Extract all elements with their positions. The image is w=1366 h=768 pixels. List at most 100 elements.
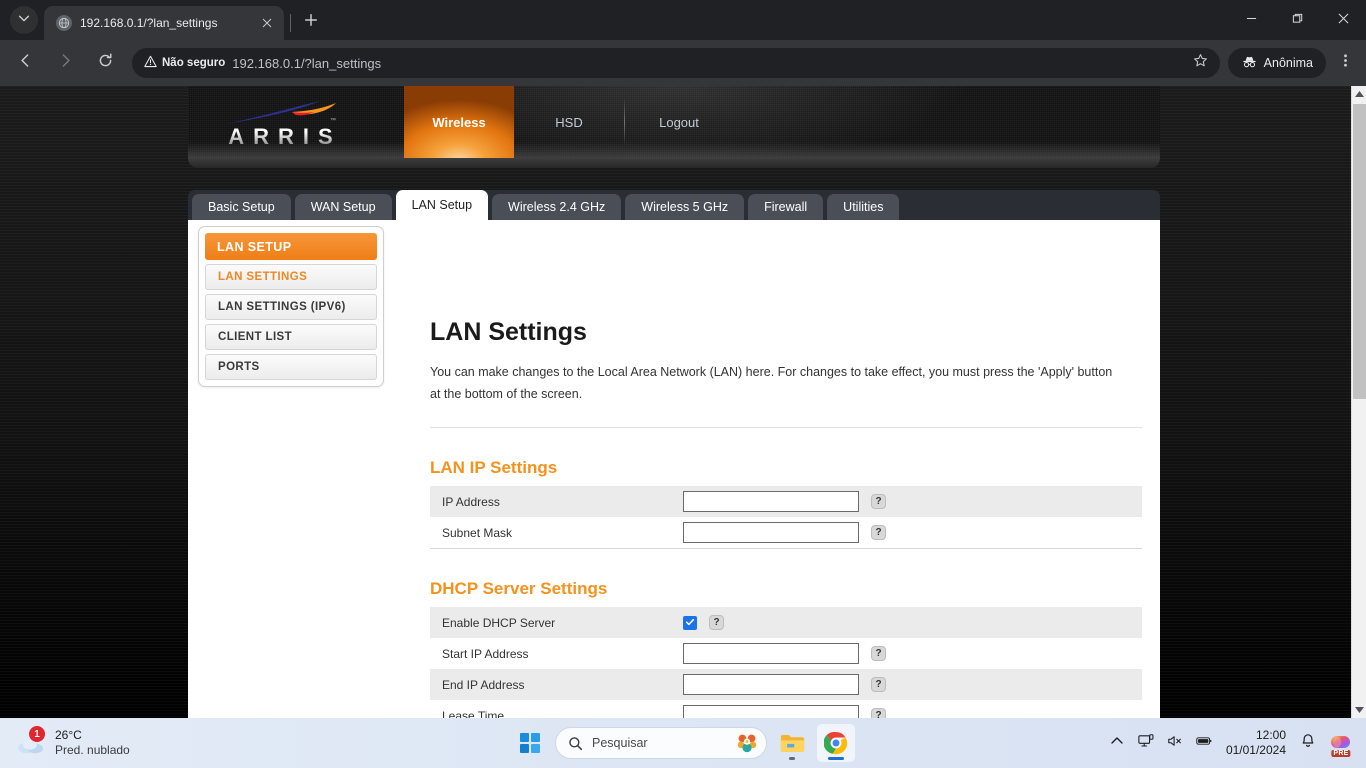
minimize-button[interactable] (1228, 0, 1274, 40)
tab-wireless-24ghz[interactable]: Wireless 2.4 GHz (492, 194, 622, 220)
cloud-icon: 1 (16, 726, 46, 756)
close-icon[interactable] (258, 14, 276, 32)
page-description: You can make changes to the Local Area N… (430, 365, 1113, 401)
chrome-icon (824, 731, 848, 755)
arris-top-nav: Wireless HSD Logout (404, 86, 734, 168)
forward-button[interactable] (49, 47, 81, 79)
lease-time-input[interactable] (683, 705, 859, 718)
tab-utilities[interactable]: Utilities (827, 194, 900, 220)
field-label: End IP Address (442, 677, 525, 692)
reload-icon (97, 52, 114, 74)
browser-tab-title: 192.168.0.1/?lan_settings (80, 16, 218, 30)
start-button[interactable] (511, 724, 549, 762)
reload-button[interactable] (89, 47, 121, 79)
tab-basic-setup[interactable]: Basic Setup (192, 194, 291, 220)
browser-tab[interactable]: 192.168.0.1/?lan_settings (44, 6, 284, 40)
sidebar-item-label: LAN SETTINGS (IPV6) (218, 301, 346, 313)
browser-menu-button[interactable] (1330, 48, 1360, 78)
security-status-label: Não seguro (162, 57, 226, 69)
question-mark-icon[interactable]: ? (871, 677, 886, 692)
tray-network-button[interactable] (1133, 726, 1159, 760)
sidebar-item-label: PORTS (218, 361, 260, 373)
taskbar-app-google-chrome[interactable] (817, 724, 855, 762)
field-label: Subnet Mask (442, 525, 513, 540)
tray-volume-button[interactable] (1162, 726, 1188, 760)
globe-icon (56, 15, 72, 31)
question-mark-icon[interactable]: ? (709, 615, 724, 630)
top-nav-label: Wireless (432, 114, 486, 130)
sidebar-item-lan-settings-ipv6[interactable]: LAN SETTINGS (IPV6) (205, 294, 377, 320)
arrow-left-icon (17, 52, 34, 74)
question-mark-icon[interactable]: ? (871, 708, 886, 718)
chevron-up-icon (1109, 733, 1125, 754)
bookmark-button[interactable] (1188, 50, 1214, 76)
taskbar-search[interactable]: Pesquisar (555, 727, 767, 759)
arris-content-panel: LAN SETUP LAN SETTINGS LAN SETTINGS (IPV… (188, 220, 1160, 718)
tab-lan-setup[interactable]: LAN Setup (395, 190, 489, 220)
content-divider (430, 427, 1142, 428)
question-mark-icon[interactable]: ? (871, 525, 886, 540)
ip-address-input[interactable] (683, 491, 859, 512)
taskbar-center-group: Pesquisar (511, 724, 855, 762)
caret-up-icon (1355, 91, 1364, 97)
tray-overflow-button[interactable] (1104, 726, 1130, 760)
top-nav-item-hsd[interactable]: HSD (514, 86, 624, 158)
plus-icon (304, 13, 318, 32)
arrow-right-icon (57, 52, 74, 74)
page-scrollbar[interactable] (1351, 86, 1366, 718)
maximize-button[interactable] (1274, 0, 1320, 40)
search-icon (569, 736, 583, 750)
tab-firewall[interactable]: Firewall (748, 194, 824, 220)
top-nav-item-wireless[interactable]: Wireless (404, 86, 514, 158)
taskbar-weather-widget[interactable]: 1 26°C Pred. nublado (16, 726, 130, 758)
arris-logo: ™ ARRIS (220, 98, 350, 154)
form-row-lease-time: Lease Time ? (430, 700, 1142, 718)
sidebar-item-client-list[interactable]: CLIENT LIST (205, 324, 377, 350)
main-content: LAN Settings You can make changes to the… (430, 220, 1152, 718)
taskbar-clock[interactable]: 12:00 01/01/2024 (1220, 728, 1292, 758)
incognito-indicator[interactable]: Anônima (1227, 48, 1326, 78)
end-ip-address-input[interactable] (683, 674, 859, 695)
sidebar-item-lan-settings[interactable]: LAN SETTINGS (205, 264, 377, 290)
page-viewport: ™ ARRIS Wireless HSD Logout Basic Setup … (0, 86, 1366, 718)
tab-wan-setup[interactable]: WAN Setup (294, 194, 392, 220)
enable-dhcp-server-checkbox[interactable] (683, 615, 697, 630)
sidebar-item-label: LAN SETTINGS (218, 271, 308, 283)
scroll-up-button[interactable] (1352, 86, 1366, 102)
top-nav-item-logout[interactable]: Logout (624, 86, 734, 158)
close-window-button[interactable] (1320, 0, 1366, 40)
notification-center-button[interactable] (1295, 726, 1321, 760)
security-status[interactable]: Não seguro (144, 55, 225, 71)
sidebar-menu: LAN SETUP LAN SETTINGS LAN SETTINGS (IPV… (198, 226, 384, 387)
tray-battery-button[interactable] (1191, 726, 1217, 760)
window-controls (1228, 0, 1366, 40)
tab-label: Utilities (843, 200, 884, 214)
browser-toolbar: Não seguro 192.168.0.1/?lan_settings Anô (0, 40, 1366, 86)
sidebar-item-ports[interactable]: PORTS (205, 354, 377, 380)
subnet-mask-input[interactable] (683, 522, 859, 543)
address-bar[interactable]: Não seguro 192.168.0.1/?lan_settings (132, 48, 1220, 78)
back-button[interactable] (9, 47, 41, 79)
taskbar-app-file-explorer[interactable] (773, 724, 811, 762)
browser-window: 192.168.0.1/?lan_settings Não seguro 192… (0, 0, 1366, 718)
scroll-down-button[interactable] (1352, 702, 1366, 718)
bell-icon (1300, 733, 1316, 754)
copilot-badge-label: PRE (1331, 750, 1351, 757)
field-label: Enable DHCP Server (442, 615, 556, 630)
sidebar-item-label: CLIENT LIST (218, 331, 293, 343)
new-tab-button[interactable] (297, 8, 325, 36)
tab-wireless-5ghz[interactable]: Wireless 5 GHz (625, 194, 745, 220)
start-ip-address-input[interactable] (683, 643, 859, 664)
copilot-button[interactable]: PRE (1324, 726, 1358, 760)
tab-search-button[interactable] (10, 6, 38, 34)
question-mark-icon[interactable]: ? (871, 494, 886, 509)
star-icon (1193, 53, 1208, 73)
question-mark-icon[interactable]: ? (871, 646, 886, 661)
checkmark-icon (685, 616, 695, 630)
section-title-dhcp-server-settings: DHCP Server Settings (430, 579, 608, 598)
app-running-indicator (789, 757, 795, 760)
top-nav-label: Logout (659, 114, 699, 130)
windows-taskbar: 1 26°C Pred. nublado Pesquisar 12:00 01/… (0, 718, 1366, 768)
weather-text: 26°C Pred. nublado (55, 728, 130, 758)
scrollbar-thumb[interactable] (1353, 104, 1366, 399)
